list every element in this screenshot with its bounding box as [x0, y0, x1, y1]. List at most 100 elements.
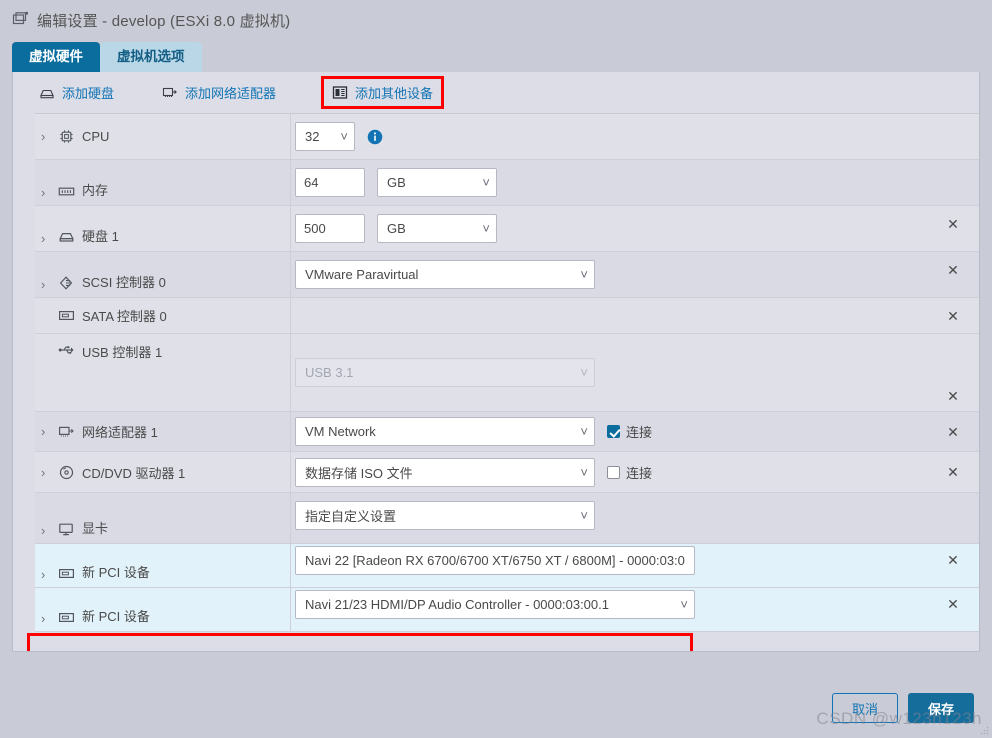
cancel-button[interactable]: 取消 — [832, 693, 898, 723]
tab-virtual-hardware[interactable]: 虚拟硬件 — [12, 42, 100, 72]
expand-chevron-icon[interactable]: › — [41, 612, 54, 625]
hard-disk-unit-select[interactable]: GB ˅ — [377, 214, 497, 243]
scsi-controller-type-value: VMware Paravirtual — [305, 267, 419, 282]
network-adapter-icon — [162, 86, 178, 100]
row-label-text: 新 PCI 设备 — [82, 609, 150, 624]
row-label-text: 硬盘 1 — [82, 229, 119, 244]
row-remove-pci-2: ✕ — [923, 588, 979, 631]
row-label-hard-disk: › 硬盘 1 — [35, 206, 291, 251]
device-toolbar: 添加硬盘 添加网络适配器 添加其他设备 — [13, 72, 979, 113]
scsi-controller-icon — [56, 275, 76, 291]
table-row-scsi-controller: › SCSI 控制器 0 VMware Paravirtual ˅ ✕ — [35, 252, 979, 298]
table-row-network-adapter: › 网络适配器 1 VM Network ˅ 连接 ✕ — [35, 412, 979, 452]
video-card-settings-select[interactable]: 指定自定义设置 ˅ — [295, 501, 595, 530]
chevron-down-icon: ˅ — [580, 464, 588, 480]
expand-chevron-icon[interactable]: › — [41, 466, 54, 479]
remove-device-icon[interactable]: ✕ — [943, 595, 963, 613]
row-value-memory: 64 GB ˅ — [291, 160, 923, 205]
add-hard-disk-label: 添加硬盘 — [62, 86, 115, 101]
chevron-down-icon: ˅ — [580, 267, 588, 282]
row-label-text: USB 控制器 1 — [82, 345, 163, 360]
tab-bar: 虚拟硬件 虚拟机选项 — [0, 40, 992, 72]
hard-disk-size-input[interactable]: 500 — [295, 214, 365, 243]
row-remove-sata: ✕ — [923, 298, 979, 333]
checkbox-unchecked-icon — [607, 465, 620, 479]
row-label-scsi: › SCSI 控制器 0 — [35, 252, 291, 297]
expand-chevron-icon[interactable]: › — [41, 524, 54, 537]
row-label-text: CD/DVD 驱动器 1 — [82, 465, 186, 481]
pci-device-1-select[interactable]: Navi 22 [Radeon RX 6700/6700 XT/6750 XT … — [295, 546, 695, 575]
remove-device-icon[interactable]: ✕ — [943, 307, 963, 325]
network-value: VM Network — [305, 424, 376, 439]
usb-version-value: USB 3.1 — [305, 365, 354, 380]
row-label-text: CPU — [82, 129, 110, 144]
cd-dvd-icon — [56, 464, 76, 480]
cd-dvd-source-value: 数据存储 ISO 文件 — [305, 465, 413, 481]
add-hard-disk-button[interactable]: 添加硬盘 — [35, 80, 118, 105]
expand-chevron-icon[interactable]: › — [41, 130, 54, 143]
row-value-pci-1: Navi 22 [Radeon RX 6700/6700 XT/6750 XT … — [291, 544, 923, 587]
table-row-hard-disk: › 硬盘 1 500 GB ˅ ✕ — [35, 206, 979, 252]
pci-device-icon — [56, 609, 76, 625]
row-remove-network: ✕ — [923, 412, 979, 451]
cpu-icon — [56, 129, 76, 145]
add-other-device-button[interactable]: 添加其他设备 — [321, 76, 445, 109]
row-remove-cd-dvd: ✕ — [923, 452, 979, 492]
table-row-memory: › 内存 64 GB ˅ — [35, 160, 979, 206]
chevron-down-icon: ˅ — [482, 175, 490, 190]
info-icon[interactable] — [367, 129, 383, 145]
add-other-device-label: 添加其他设备 — [355, 86, 434, 101]
table-row-pci-device-2: › 新 PCI 设备 Navi 21/23 HDMI/DP Audio Cont… — [35, 588, 979, 632]
pci-device-2-value: Navi 21/23 HDMI/DP Audio Controller - 00… — [305, 597, 609, 612]
other-device-icon — [332, 85, 348, 100]
table-row-usb-controller: › USB 控制器 1 — [35, 334, 979, 412]
save-button[interactable]: 保存 — [908, 693, 974, 723]
memory-size-input[interactable]: 64 — [295, 168, 365, 197]
row-label-memory: › 内存 — [35, 160, 291, 205]
table-row-cd-dvd: › CD/DVD 驱动器 1 数据存储 ISO 文件 ˅ 连接 ✕ — [35, 452, 979, 493]
table-row-sata-controller: › SATA 控制器 0 ✕ — [35, 298, 979, 334]
row-value-hard-disk: 500 GB ˅ — [291, 206, 923, 251]
table-row-pci-device-1: › 新 PCI 设备 Navi 22 [Radeon RX 6700/6700 … — [35, 544, 979, 588]
cd-dvd-connect-label: 连接 — [626, 465, 653, 481]
cd-dvd-connect-checkbox[interactable]: 连接 — [607, 463, 652, 482]
chevron-down-icon: ˅ — [580, 365, 588, 380]
table-row-cpu: › CPU 32 ˅ — [35, 114, 979, 160]
cpu-count-select[interactable]: 32 ˅ — [295, 122, 355, 151]
pci-rows-highlight-outline — [27, 633, 693, 651]
resize-grip-icon[interactable] — [980, 723, 989, 735]
row-value-cpu: 32 ˅ — [291, 114, 923, 159]
row-label-usb: › USB 控制器 1 — [35, 334, 291, 411]
row-remove-memory — [923, 160, 979, 205]
expand-chevron-icon[interactable]: › — [41, 568, 54, 581]
remove-device-icon[interactable]: ✕ — [943, 423, 963, 441]
expand-chevron-icon[interactable]: › — [41, 425, 54, 438]
remove-device-icon[interactable]: ✕ — [943, 215, 963, 233]
remove-device-icon[interactable]: ✕ — [943, 387, 963, 405]
edit-settings-dialog: 编辑设置 - develop (ESXi 8.0 虚拟机) 虚拟硬件 虚拟机选项… — [0, 0, 992, 735]
row-label-sata: › SATA 控制器 0 — [35, 298, 291, 333]
remove-device-icon[interactable]: ✕ — [943, 551, 963, 569]
row-value-pci-2: Navi 21/23 HDMI/DP Audio Controller - 00… — [291, 588, 923, 631]
row-label-text: SATA 控制器 0 — [82, 309, 167, 324]
add-network-adapter-button[interactable]: 添加网络适配器 — [158, 80, 280, 105]
expand-chevron-icon[interactable]: › — [41, 278, 54, 291]
video-card-icon — [56, 521, 76, 537]
network-select[interactable]: VM Network ˅ — [295, 417, 595, 446]
row-label-video-card: › 显卡 — [35, 493, 291, 543]
row-remove-hard-disk: ✕ — [923, 206, 979, 251]
row-value-usb: USB 3.1 ˅ — [291, 334, 923, 411]
remove-device-icon[interactable]: ✕ — [943, 463, 963, 481]
pci-device-2-select[interactable]: Navi 21/23 HDMI/DP Audio Controller - 00… — [295, 590, 695, 619]
expand-chevron-icon[interactable]: › — [41, 232, 54, 245]
remove-device-icon[interactable]: ✕ — [943, 261, 963, 279]
memory-unit-select[interactable]: GB ˅ — [377, 168, 497, 197]
row-label-pci-2: › 新 PCI 设备 — [35, 588, 291, 631]
network-connect-checkbox[interactable]: 连接 — [607, 422, 652, 441]
tab-vm-options[interactable]: 虚拟机选项 — [100, 42, 202, 72]
usb-controller-icon — [56, 342, 76, 358]
scsi-controller-type-select[interactable]: VMware Paravirtual ˅ — [295, 260, 595, 289]
cd-dvd-source-select[interactable]: 数据存储 ISO 文件 ˅ — [295, 457, 595, 487]
memory-unit-value: GB — [387, 175, 406, 190]
expand-chevron-icon[interactable]: › — [41, 186, 54, 199]
